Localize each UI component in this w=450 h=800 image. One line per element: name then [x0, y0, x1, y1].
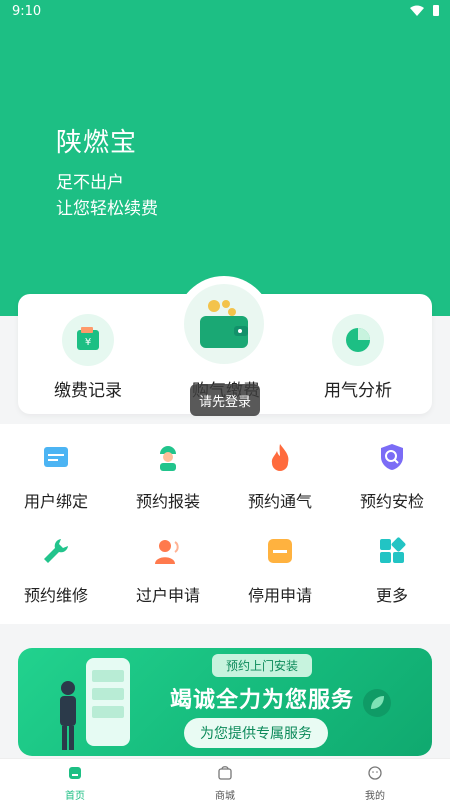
gas-analysis-button[interactable]: 用气分析 [298, 314, 418, 401]
service-label: 停用申请 [247, 586, 312, 605]
service-safety-check[interactable]: 预约安检 [336, 442, 448, 512]
grid-icon [380, 537, 406, 563]
bottom-tab-bar: 首页 商城 我的 [0, 758, 450, 800]
battery-icon [433, 5, 439, 16]
tab-label: 我的 [365, 791, 385, 800]
service-label: 过户申请 [135, 586, 200, 605]
stop-icon [268, 539, 292, 563]
wallet-icon [184, 284, 264, 364]
service-gas-on-appointment[interactable]: 预约通气 [224, 442, 336, 512]
status-time: 9:10 [12, 4, 42, 19]
user-icon [368, 766, 382, 780]
status-bar: 9:10 [0, 0, 450, 24]
tab-shop[interactable]: 商城 [150, 759, 300, 800]
leaf-icon [363, 689, 391, 717]
hero-banner: 陕燃宝 足不出户 让您轻松续费 [0, 24, 450, 316]
service-user-binding[interactable]: 用户绑定 [0, 442, 112, 512]
payment-record-icon: ¥ [62, 314, 114, 366]
app-title: 陕燃宝 [56, 128, 138, 158]
service-label: 预约报装 [135, 492, 200, 511]
worker-icon [160, 446, 176, 471]
payment-record-label: 缴费记录 [54, 381, 122, 401]
svg-text:¥: ¥ [85, 337, 91, 348]
payment-record-button[interactable]: ¥ 缴费记录 [28, 314, 148, 401]
tab-home[interactable]: 首页 [0, 759, 150, 800]
hero-slogan-2: 让您轻松续费 [56, 199, 158, 219]
service-label: 预约通气 [247, 492, 312, 511]
wifi-icon [410, 5, 424, 16]
service-transfer-application[interactable]: 过户申请 [112, 536, 224, 606]
tab-profile[interactable]: 我的 [300, 759, 450, 800]
flame-icon [271, 444, 289, 471]
service-label: 更多 [375, 586, 408, 605]
service-label: 预约维修 [23, 586, 88, 605]
service-install-appointment[interactable]: 预约报装 [112, 442, 224, 512]
buy-gas-button[interactable] [176, 276, 272, 372]
gas-analysis-label: 用气分析 [324, 381, 392, 401]
hero-slogan-1: 足不出户 [56, 173, 124, 193]
pie-chart-icon [332, 314, 384, 366]
services-grid: 用户绑定 预约报装 预约通气 预约安检 预约维修 过户申请 停用申请 更多 [0, 424, 450, 624]
tab-label: 商城 [215, 791, 235, 800]
shop-icon [218, 766, 232, 780]
home-icon [69, 767, 81, 779]
service-repair-appointment[interactable]: 预约维修 [0, 536, 112, 606]
service-stop-application[interactable]: 停用申请 [224, 536, 336, 606]
tab-label: 首页 [65, 791, 85, 800]
login-toast: 请先登录 [190, 384, 260, 416]
wrench-icon [44, 539, 68, 563]
banner-tag: 预约上门安装 [212, 654, 313, 677]
service-label: 用户绑定 [23, 492, 88, 511]
banner-subtitle: 为您提供专属服务 [184, 718, 328, 748]
service-more[interactable]: 更多 [336, 536, 448, 606]
status-icons [410, 4, 440, 17]
transfer-user-icon [155, 540, 179, 564]
card-icon [44, 447, 68, 467]
banner-headline: 竭诚全力为您服务 [170, 688, 355, 713]
shield-search-icon [381, 444, 403, 470]
promo-banner[interactable]: 预约上门安装 竭诚全力为您服务 为您提供专属服务 [18, 648, 432, 756]
service-label: 预约安检 [359, 492, 424, 511]
phone-illustration [60, 658, 130, 750]
